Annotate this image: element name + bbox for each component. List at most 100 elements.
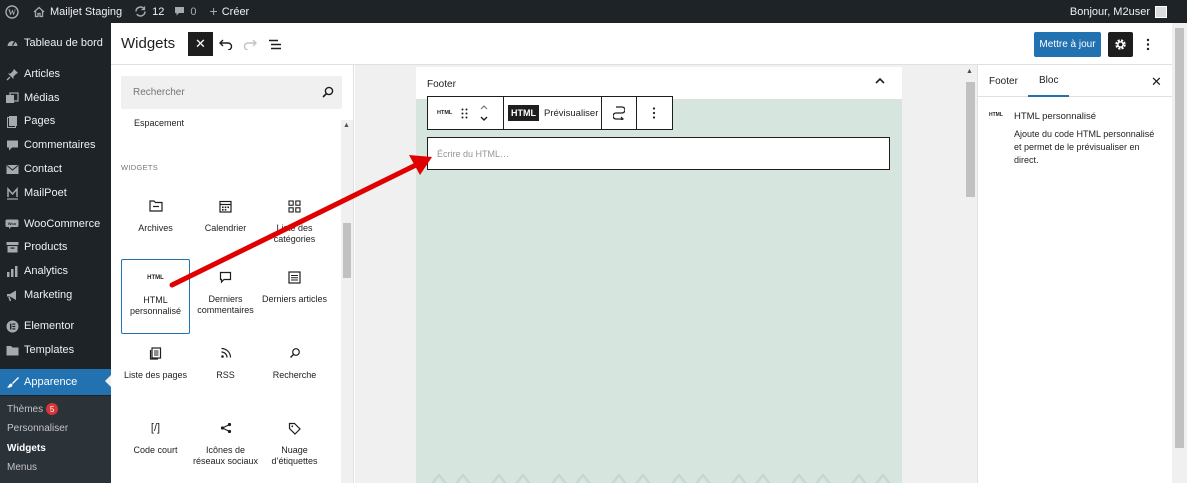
widget-area-header[interactable]: Footer bbox=[416, 67, 902, 99]
block-item-search[interactable]: Recherche bbox=[260, 335, 329, 409]
sidebar-item-appearance[interactable]: Apparence bbox=[0, 369, 111, 395]
block-toolbar-group: HTML bbox=[428, 97, 504, 129]
submenu-item-menus[interactable]: Menus bbox=[7, 462, 37, 473]
sidebar-item-label: WooCommerce bbox=[24, 218, 101, 230]
sidebar-item-articles[interactable]: Articles bbox=[0, 62, 111, 86]
sidebar-item-elementor[interactable]: Elementor bbox=[0, 314, 111, 338]
block-item-label: Derniers articles bbox=[261, 294, 328, 304]
new-label: Créer bbox=[221, 5, 250, 18]
scroll-up-arrow-icon[interactable]: ▲ bbox=[966, 68, 973, 75]
block-item-categories[interactable]: Liste des catégories bbox=[260, 188, 329, 262]
block-toolbar: HTML HTML Prévisualiser bbox=[427, 96, 673, 130]
html-icon: HTML bbox=[147, 270, 164, 286]
block-item-spacer-label[interactable]: Espacement bbox=[134, 118, 184, 128]
block-item-archives[interactable]: Archives bbox=[121, 188, 190, 262]
pages-list-icon bbox=[149, 345, 162, 361]
mailpoet-icon bbox=[5, 186, 19, 200]
sidebar-item-label: Marketing bbox=[24, 289, 73, 301]
admin-bar: W Mailjet Staging 12 0 + Créer Bonjour, … bbox=[0, 0, 1187, 23]
updates-link[interactable]: 12 bbox=[134, 0, 164, 23]
more-options-button[interactable] bbox=[1139, 35, 1157, 53]
shortcode-icon: [/] bbox=[151, 420, 160, 436]
drag-handle-icon[interactable] bbox=[461, 108, 468, 119]
sidebar-item-label: Products bbox=[24, 241, 68, 253]
sidebar-item-woocommerce[interactable]: Woo WooCommerce bbox=[0, 212, 111, 236]
user-account-link[interactable]: Bonjour, M2user bbox=[1070, 0, 1167, 23]
block-item-custom-html[interactable]: HTML HTML personnalisé bbox=[121, 259, 190, 334]
sidebar-item-pages[interactable]: Pages bbox=[0, 109, 111, 133]
search-icon[interactable] bbox=[321, 85, 335, 99]
block-item-social-icons[interactable]: Icônes de réseaux sociaux bbox=[191, 410, 260, 483]
block-item-latest-comments[interactable]: Derniers commentaires bbox=[191, 259, 260, 333]
update-button[interactable]: Mettre à jour bbox=[1034, 32, 1101, 57]
move-up-down-icon[interactable] bbox=[479, 103, 489, 123]
share-icon bbox=[220, 420, 232, 436]
sidebar-item-dashboard[interactable]: Tableau de bord bbox=[0, 31, 111, 55]
rss-icon bbox=[220, 345, 232, 361]
submenu-item-widgets[interactable]: Widgets bbox=[7, 443, 46, 454]
block-item-rss[interactable]: RSS bbox=[191, 335, 260, 409]
preview-tab[interactable]: Prévisualiser bbox=[544, 108, 598, 119]
page-scrollbar-thumb[interactable] bbox=[1175, 28, 1184, 448]
calendar-icon bbox=[219, 198, 232, 214]
block-options-button[interactable] bbox=[637, 97, 671, 129]
undo-button[interactable] bbox=[217, 35, 235, 53]
close-icon: ✕ bbox=[195, 36, 206, 51]
sidebar-item-analytics[interactable]: Analytics bbox=[0, 259, 111, 283]
sidebar-item-comments[interactable]: Commentaires bbox=[0, 133, 111, 157]
scroll-up-arrow-icon[interactable]: ▲ bbox=[343, 122, 350, 129]
block-item-shortcode[interactable]: [/] Code court bbox=[121, 410, 190, 483]
list-view-button[interactable] bbox=[266, 35, 284, 53]
inserter-scrollbar-thumb[interactable] bbox=[343, 223, 351, 278]
sidebar-item-media[interactable]: Médias bbox=[0, 86, 111, 110]
transform-button[interactable] bbox=[602, 97, 637, 129]
submenu-item-customize[interactable]: Personnaliser bbox=[7, 423, 68, 434]
wordpress-logo-icon[interactable]: W bbox=[5, 0, 19, 23]
svg-text:W: W bbox=[8, 8, 16, 17]
sidebar-item-mailpoet[interactable]: MailPoet bbox=[0, 181, 111, 205]
widgets-section-title: WIDGETS bbox=[121, 163, 159, 172]
html-code-input[interactable] bbox=[428, 138, 889, 169]
sidebar-item-marketing[interactable]: Marketing bbox=[0, 283, 111, 307]
search-input[interactable] bbox=[121, 76, 311, 109]
categories-icon bbox=[288, 198, 301, 214]
undo-icon bbox=[219, 38, 233, 50]
html-code-field bbox=[427, 137, 890, 170]
tab-block[interactable]: Bloc bbox=[1028, 65, 1070, 97]
sidebar-item-label: Articles bbox=[24, 68, 61, 80]
settings-toggle-button[interactable] bbox=[1108, 32, 1133, 57]
redo-button[interactable] bbox=[241, 35, 259, 53]
sidebar-item-templates[interactable]: Templates bbox=[0, 338, 111, 362]
list-view-icon bbox=[268, 39, 282, 50]
block-item-latest-posts[interactable]: Derniers articles bbox=[260, 259, 329, 333]
site-name-link[interactable]: Mailjet Staging bbox=[33, 0, 122, 23]
vertical-ellipsis-icon bbox=[1146, 38, 1150, 51]
block-item-page-list[interactable]: Liste des pages bbox=[121, 335, 190, 409]
admin-sidebar: Tableau de bord Articles Médias Pages Co… bbox=[0, 23, 111, 483]
submenu-item-themes[interactable]: Thèmes 5 bbox=[7, 403, 59, 415]
settings-tabs: Footer Bloc ✕ bbox=[978, 65, 1173, 97]
list-icon bbox=[288, 269, 301, 285]
update-badge: 5 bbox=[46, 403, 59, 415]
inserter-scrollbar[interactable] bbox=[341, 120, 353, 483]
block-item-tag-cloud[interactable]: Nuage d’étiquettes bbox=[260, 410, 329, 483]
sidebar-item-label: Pages bbox=[24, 115, 56, 127]
close-settings-button[interactable]: ✕ bbox=[1151, 74, 1162, 90]
svg-text:Woo: Woo bbox=[8, 221, 17, 226]
canvas-scrollbar-thumb[interactable] bbox=[966, 82, 975, 197]
html-tab[interactable]: HTML bbox=[508, 105, 539, 121]
sidebar-item-contact[interactable]: Contact bbox=[0, 157, 111, 181]
tab-footer[interactable]: Footer bbox=[989, 65, 1018, 97]
submenu-item-label: Menus bbox=[7, 462, 38, 473]
block-type-html-icon[interactable]: HTML bbox=[437, 110, 452, 116]
site-name: Mailjet Staging bbox=[50, 5, 123, 18]
sidebar-item-products[interactable]: Products bbox=[0, 235, 111, 259]
redo-icon bbox=[243, 38, 257, 50]
chevron-up-icon[interactable] bbox=[874, 77, 886, 85]
user-greeting: Bonjour, M2user bbox=[1069, 5, 1150, 18]
close-inserter-button[interactable]: ✕ bbox=[188, 32, 213, 56]
comments-link[interactable]: 0 bbox=[174, 0, 197, 23]
page-scrollbar[interactable] bbox=[1172, 23, 1187, 483]
block-item-calendar[interactable]: Calendrier bbox=[191, 188, 260, 262]
new-content-link[interactable]: + Créer bbox=[210, 0, 250, 23]
